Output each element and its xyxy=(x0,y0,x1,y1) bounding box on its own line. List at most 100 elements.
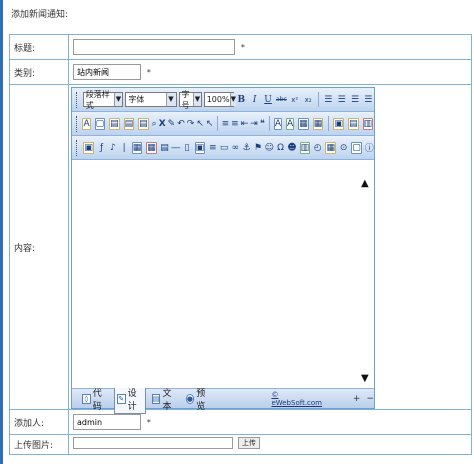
align-left-icon[interactable]: ☰ xyxy=(323,93,334,107)
find-icon[interactable]: ⌕ xyxy=(152,117,157,131)
date-icon[interactable]: ◴ xyxy=(313,141,322,155)
excel-icon[interactable]: ▦ xyxy=(325,141,336,154)
attachment-icon[interactable]: ❘ xyxy=(120,141,129,155)
bold-button[interactable]: B xyxy=(236,93,247,107)
design-icon: ✎ xyxy=(116,393,126,404)
clear-format-icon[interactable]: ▦ xyxy=(312,117,324,130)
zoom-select[interactable]: 100% ▼ xyxy=(203,92,236,107)
text-icon: ▤ xyxy=(151,393,161,404)
outdent-icon[interactable]: ⇤ xyxy=(241,117,249,131)
cut-icon[interactable]: X xyxy=(159,117,166,131)
brand-link[interactable]: © eWebSoft.com xyxy=(271,391,322,407)
textbox-icon[interactable]: ▭ xyxy=(219,141,229,155)
font-name-select[interactable]: 字体 ▼ xyxy=(125,92,177,107)
text-color-icon[interactable]: A xyxy=(273,117,283,130)
paste-icon[interactable]: ▤ xyxy=(109,117,120,130)
redo-icon[interactable]: ↷ xyxy=(187,117,195,131)
design-mode-tab[interactable]: ✎ 设计 xyxy=(113,383,146,414)
paste-text-icon[interactable]: ▤ xyxy=(123,117,135,130)
italic-button[interactable]: I xyxy=(249,93,260,107)
category-label: 类别: xyxy=(9,59,69,85)
save-icon[interactable]: ▣ xyxy=(333,117,344,130)
editor-canvas[interactable]: ▲ ▼ xyxy=(72,160,374,388)
code-icon[interactable]: ⊙ xyxy=(339,141,348,155)
title-input[interactable] xyxy=(73,39,235,55)
ordered-list-icon[interactable]: ≡ xyxy=(222,117,230,131)
upload-path-input[interactable] xyxy=(73,437,233,449)
text-mode-tab[interactable]: ▤ 文本 xyxy=(150,385,180,413)
row-category: 类别: * xyxy=(9,59,472,85)
text-mode-label: 文本 xyxy=(162,388,172,412)
subscript-button[interactable]: x₂ xyxy=(302,93,313,107)
bookmark-icon[interactable]: ⚑ xyxy=(253,141,262,155)
form-icon[interactable]: ▤ xyxy=(160,141,169,155)
title-required-mark: * xyxy=(240,42,245,52)
indent-icon[interactable]: ⇥ xyxy=(250,117,258,131)
superscript-button[interactable]: x² xyxy=(289,93,300,107)
emoticon-icon[interactable]: ☺ xyxy=(265,141,274,155)
print-icon[interactable]: ▤ xyxy=(347,117,359,130)
underline-button[interactable]: U xyxy=(262,93,273,107)
blockquote-icon[interactable]: ❝ xyxy=(260,117,265,131)
unordered-list-icon[interactable]: ≡ xyxy=(231,117,239,131)
strikethrough-button[interactable]: abc xyxy=(276,93,287,107)
code-icon: ◊ xyxy=(82,393,91,404)
media-icon[interactable]: ♪ xyxy=(108,141,117,155)
paragraph-style-select[interactable]: 段落样式 ▼ xyxy=(82,90,124,110)
zoom-out-icon[interactable]: − xyxy=(366,394,374,404)
zoom-value: 100% xyxy=(206,95,230,104)
preview-mode-label: 预览 xyxy=(196,388,206,412)
upload-cell: 上传 xyxy=(68,434,472,455)
marquee-icon[interactable]: ≡ xyxy=(208,141,217,155)
background-color-icon[interactable]: A xyxy=(286,117,295,130)
toolbar-grip[interactable] xyxy=(76,91,79,108)
special-char-icon[interactable]: Ω xyxy=(276,141,285,155)
fullscreen-icon[interactable]: ▢ xyxy=(351,141,362,154)
chevron-down-icon: ▼ xyxy=(193,93,201,106)
unlink-icon[interactable]: ⚓ xyxy=(242,141,251,155)
format-icon[interactable]: ▦ xyxy=(298,117,309,130)
smiley-icon[interactable]: ☻ xyxy=(287,141,296,155)
align-justify-icon[interactable]: ☰ xyxy=(363,93,374,107)
code-mode-label: 代码 xyxy=(92,388,102,412)
preview-icon: ● xyxy=(185,393,195,404)
align-right-icon[interactable]: ☰ xyxy=(349,93,360,107)
help-icon[interactable]: ▥ xyxy=(362,117,374,130)
about-icon[interactable]: ⓘ xyxy=(365,141,374,155)
pointer-icon[interactable]: ↖ xyxy=(196,117,204,131)
undo-icon[interactable]: ↶ xyxy=(177,117,185,131)
toolbar-grip[interactable] xyxy=(76,115,78,132)
image-icon[interactable]: ▣ xyxy=(83,141,94,154)
editor-toolbar-1: 段落样式 ▼ 字体 ▼ 字号 ▼ 100% ▼ B I U abc x² x₂ … xyxy=(72,88,374,112)
content-label: 内容: xyxy=(9,84,69,410)
flash-icon[interactable]: ƒ xyxy=(97,141,106,155)
adder-input[interactable] xyxy=(73,414,141,430)
cursor-icon[interactable]: ↖ xyxy=(206,117,214,131)
hr-icon[interactable]: ― xyxy=(171,141,180,155)
link-icon[interactable]: ∞ xyxy=(231,141,240,155)
font-size-value: 字号 xyxy=(181,89,190,110)
table-icon[interactable]: ▦ xyxy=(131,141,143,154)
align-center-icon[interactable]: ☰ xyxy=(336,93,347,107)
chevron-down-icon: ▼ xyxy=(165,93,176,106)
paste-word-icon[interactable]: ▤ xyxy=(138,117,149,130)
preview-mode-tab[interactable]: ● 预览 xyxy=(184,385,214,413)
table-props-icon[interactable]: ▦ xyxy=(146,141,157,154)
chart-icon[interactable]: ▥ xyxy=(299,141,311,154)
select-all-icon[interactable]: A xyxy=(82,117,91,130)
font-size-select[interactable]: 字号 ▼ xyxy=(178,90,202,110)
row-adder: 添加人: * xyxy=(9,409,472,435)
delete-icon[interactable]: ✎ xyxy=(168,117,176,131)
iframe-icon[interactable]: ▣ xyxy=(194,141,206,154)
page-break-icon[interactable]: ▯ xyxy=(182,141,191,155)
toolbar-grip[interactable] xyxy=(76,139,78,156)
scroll-up-icon[interactable]: ▲ xyxy=(361,178,369,189)
upload-button[interactable]: 上传 xyxy=(237,437,260,449)
category-input[interactable] xyxy=(73,64,141,80)
editor-scrollbar[interactable]: ▲ ▼ xyxy=(358,160,374,388)
zoom-in-icon[interactable]: + xyxy=(353,394,361,404)
copy-icon[interactable]: ▢ xyxy=(94,117,106,130)
title-label: 标题: xyxy=(9,34,69,60)
code-mode-tab[interactable]: ◊ 代码 xyxy=(80,385,110,413)
scroll-down-icon[interactable]: ▼ xyxy=(361,373,369,384)
